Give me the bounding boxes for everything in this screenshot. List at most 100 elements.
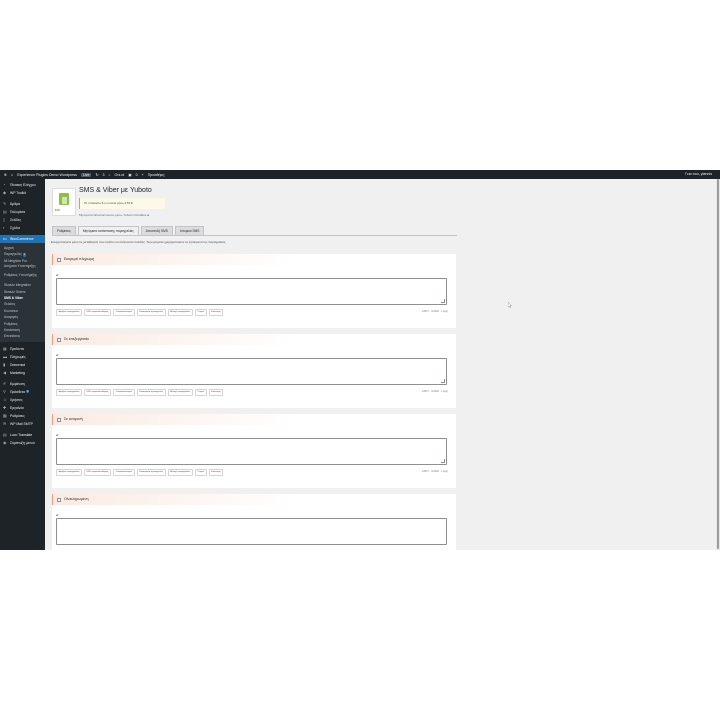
orders-count-badge: 1 <box>22 253 27 257</box>
card-header <box>52 494 456 505</box>
menu-wp-mail-smtp[interactable]: ✉ WP Mail SMTP <box>0 420 45 428</box>
logo-text: ΕΙΚ <box>55 208 61 212</box>
payments-icon: ▬ <box>3 353 7 359</box>
chip-first-name[interactable]: Όνομα <box>194 469 207 476</box>
comments-icon[interactable]: ▣ <box>128 173 131 177</box>
menu-loco-translate[interactable]: ▤ Loco Translate <box>0 431 45 439</box>
chip-order-number[interactable]: Αριθμός παραγγελίας <box>56 309 83 316</box>
menu-media[interactable]: ▤ Πολυμέσα <box>0 208 45 216</box>
chip-last-name[interactable]: Επώνυμο <box>208 469 224 476</box>
submenu-extensions[interactable]: Επεκτάσεις <box>0 333 45 339</box>
submenu-support-requests[interactable]: Αιτήματα Υποστήριξης <box>0 264 45 273</box>
toolkit-icon: ◆ <box>3 190 7 195</box>
chip-order-number[interactable]: Αριθμός παραγγελίας <box>56 389 83 396</box>
site-status-badge: Live <box>80 172 92 177</box>
megaphone-icon: ◀ <box>3 369 7 375</box>
menu-label: Σύμπτυξη μενού <box>10 440 35 445</box>
chip-order-status[interactable]: Κατάσταση παραγγελίας <box>136 469 166 476</box>
menu-analytics[interactable]: ▮ Στατιστικά <box>0 361 45 369</box>
new-content-link[interactable]: Προσθήκη <box>148 173 165 177</box>
menu-users[interactable]: ☺ Χρήστες <box>0 396 45 404</box>
menu-payments[interactable]: ▬ Πληρωμές <box>0 353 45 361</box>
clear-link[interactable]: Οτε.ιά <box>114 173 124 177</box>
chip-order-status[interactable]: Κατάσταση παραγγελίας <box>136 389 166 396</box>
chip-order-change[interactable]: Αλλαγή παραγγελίας <box>167 309 193 316</box>
chip-full-name[interactable]: Ονοματεπώνυμο <box>113 469 135 476</box>
settings-icon: ▩ <box>3 412 7 418</box>
wrench-icon: ✚ <box>3 404 7 410</box>
character-counter: GSM 7 · 0/1000 · 1 μέρη <box>421 310 448 313</box>
home-icon[interactable]: ⌂ <box>11 173 13 177</box>
page-scrollbar[interactable] <box>716 179 720 550</box>
chip-full-name[interactable]: Ονοματεπώνυμο <box>113 309 135 316</box>
menu-label: Σελίδες <box>10 218 22 222</box>
chip-tracking-url[interactable]: URL παρακολούθησης <box>84 309 112 316</box>
page-title: SMS & Viber με Yuboto <box>79 187 152 194</box>
enable-checkbox[interactable] <box>57 337 61 342</box>
card-header <box>52 334 456 345</box>
status-card-pending: Εκκρεμεί πληρωμή el Αριθμός παραγγελίας … <box>52 254 456 328</box>
menu-label: Πληρωμές <box>10 354 26 359</box>
chip-order-number[interactable]: Αριθμός παραγγελίας <box>56 469 83 476</box>
enable-checkbox[interactable] <box>57 257 61 262</box>
chip-tracking-url[interactable]: URL παρακολούθησης <box>84 389 112 396</box>
card-header <box>52 414 456 425</box>
menu-label: Ρυθμίσεις <box>10 413 25 418</box>
menu-comments[interactable]: ▪ Σχόλια <box>0 224 45 232</box>
submenu-support-settings[interactable]: Ρυθμίσεις Υποστήριξης <box>0 273 45 282</box>
updates-icon[interactable]: ↻ <box>95 173 98 177</box>
admin-bar: ⊕ ⌂ Experience Plugins Demo Wordpress Li… <box>0 170 720 179</box>
placeholder-chips: Αριθμός παραγγελίας URL παρακολούθησης Ο… <box>56 389 225 396</box>
wordpress-logo-icon[interactable]: ⊕ <box>4 173 7 177</box>
menu-appearance[interactable]: ✐ Εμφάνιση <box>0 380 45 388</box>
message-textarea[interactable] <box>56 438 447 465</box>
translate-icon: ▤ <box>3 431 7 437</box>
chip-first-name[interactable]: Όνομα <box>194 389 207 396</box>
menu-woocommerce[interactable]: ▭ WooCommerce <box>0 235 45 243</box>
chip-last-name[interactable]: Επώνυμο <box>208 389 224 396</box>
menu-label: Πολυμέσα <box>10 210 26 214</box>
menu-pages[interactable]: ▯ Σελίδες <box>0 216 45 224</box>
menu-label: Σχόλια <box>10 226 21 230</box>
resize-grip-icon[interactable] <box>441 299 445 303</box>
menu-plugins[interactable]: ⚲ Πρόσθετα 3 <box>0 388 45 396</box>
updates-count[interactable]: 3 <box>102 173 104 177</box>
chip-last-name[interactable]: Επώνυμο <box>208 309 224 316</box>
menu-wp-toolkit[interactable]: ◆ WP Toolkit <box>0 189 45 197</box>
message-textarea[interactable] <box>56 518 447 545</box>
menu-products[interactable]: ▦ Προϊόντα <box>0 345 45 353</box>
user-greeting[interactable]: Γεια σου, yiannis <box>685 172 712 176</box>
menu-posts[interactable]: ✎ Άρθρα <box>0 200 45 208</box>
comments-count[interactable]: 0 <box>136 173 138 177</box>
menu-label: Προϊόντα <box>10 346 24 351</box>
card-title: Εκκρεμεί πληρωμή <box>64 257 95 261</box>
resize-grip-icon[interactable] <box>441 379 445 383</box>
enable-checkbox[interactable] <box>57 497 61 502</box>
menu-settings[interactable]: ▩ Ρυθμίσεις <box>0 412 45 420</box>
placeholder-chips: Αριθμός παραγγελίας URL παρακολούθησης Ο… <box>56 469 225 476</box>
plus-icon[interactable]: + <box>142 173 144 177</box>
chip-order-change[interactable]: Αλλαγή παραγγελίας <box>167 469 193 476</box>
scrollbar-thumb[interactable] <box>717 179 719 549</box>
menu-label: WooCommerce <box>10 237 34 241</box>
menu-dashboard[interactable]: ◔ Πίνακας Ελέγχου <box>0 181 45 189</box>
card-title: Ολοκληρωμένη <box>64 497 89 501</box>
message-textarea[interactable] <box>56 278 447 305</box>
chip-order-change[interactable]: Αλλαγή παραγγελίας <box>167 389 193 396</box>
mail-icon: ✉ <box>3 420 7 426</box>
menu-collapse[interactable]: ◉ Σύμπτυξη μενού <box>0 439 45 447</box>
search-icon[interactable]: ⌕ <box>108 173 110 177</box>
menu-marketing[interactable]: ◀ Marketing <box>0 369 45 377</box>
plugins-update-badge: 3 <box>26 389 30 394</box>
message-textarea[interactable] <box>56 358 447 385</box>
chip-tracking-url[interactable]: URL παρακολούθησης <box>84 469 112 476</box>
pages-icon: ▯ <box>3 217 6 222</box>
resize-grip-icon[interactable] <box>441 459 445 463</box>
menu-tools[interactable]: ✚ Εργαλεία <box>0 404 45 412</box>
site-name-link[interactable]: Experience Plugins Demo Wordpress <box>17 173 77 177</box>
plugin-icon: ⚲ <box>3 388 6 394</box>
chip-first-name[interactable]: Όνομα <box>194 309 207 316</box>
enable-checkbox[interactable] <box>57 417 61 422</box>
chip-order-status[interactable]: Κατάσταση παραγγελίας <box>136 309 166 316</box>
chip-full-name[interactable]: Ονοματεπώνυμο <box>113 389 135 396</box>
